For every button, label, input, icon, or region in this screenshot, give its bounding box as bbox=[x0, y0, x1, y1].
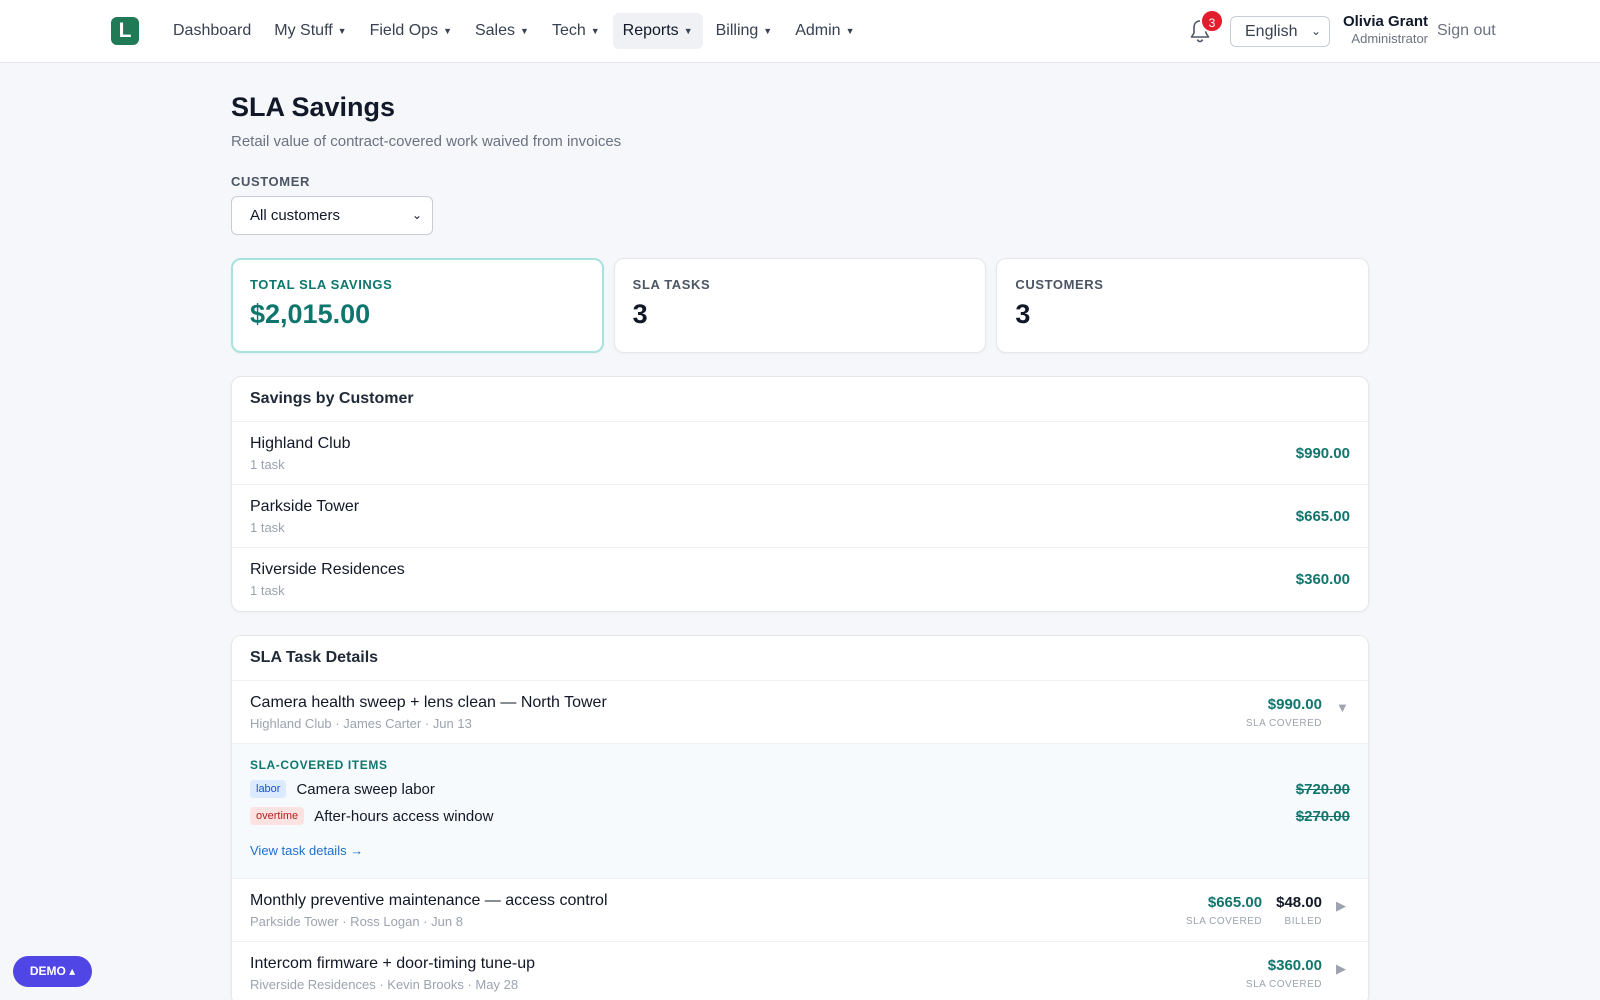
type-tag: overtime bbox=[250, 807, 305, 825]
section-title: SLA-COVERED ITEMS bbox=[250, 758, 388, 772]
nav-label: Admin bbox=[795, 22, 841, 39]
sla-covered-amount: $360.00 bbox=[1267, 956, 1322, 974]
customer-filter-label: CUSTOMER bbox=[231, 174, 310, 189]
customer-name: Highland Club bbox=[250, 434, 351, 452]
task-row[interactable]: Intercom firmware + door-timing tune-up … bbox=[232, 942, 1368, 1000]
caret-down-icon: ▼ bbox=[683, 26, 693, 36]
user-name: Olivia Grant bbox=[1342, 13, 1428, 30]
nav-field-ops[interactable]: Field Ops ▼ bbox=[360, 13, 462, 49]
caret-down-icon: ▼ bbox=[763, 26, 773, 36]
task-meta: Parkside Tower · Ross Logan · Jun 8 bbox=[250, 913, 463, 929]
item-label: Camera sweep labor bbox=[296, 780, 435, 798]
nav-label: My Stuff bbox=[274, 22, 333, 39]
caret-down-icon: ▼ bbox=[443, 26, 452, 36]
waived-amount: $720.00 bbox=[1295, 780, 1350, 798]
language-select[interactable]: English ⌄ bbox=[1230, 16, 1330, 47]
chevron-down-icon: ⌄ bbox=[411, 208, 422, 222]
customer-name: Parkside Tower bbox=[250, 497, 360, 515]
stat-value: $2,015.00 bbox=[250, 299, 371, 329]
caret-down-icon: ▼ bbox=[337, 26, 347, 36]
nav-dashboard[interactable]: Dashboard bbox=[163, 13, 261, 49]
user-role: Administrator bbox=[1351, 31, 1428, 46]
task-count: 1 task bbox=[250, 519, 285, 535]
view-task-details-link[interactable]: View task details → bbox=[250, 843, 363, 858]
nav-label: Dashboard bbox=[173, 22, 252, 39]
nav-label: Reports bbox=[622, 22, 679, 39]
notification-badge: 3 bbox=[1200, 9, 1224, 33]
nav-label: Billing bbox=[715, 22, 759, 39]
line-item: labor Camera sweep labor $720.00 bbox=[250, 779, 1350, 799]
caret-down-icon: ▼ bbox=[520, 26, 529, 36]
sign-out-link[interactable]: Sign out bbox=[1437, 22, 1496, 40]
card-title: SLA Task Details bbox=[232, 636, 1368, 681]
expand-triangle-icon[interactable]: ▶ bbox=[1336, 898, 1350, 914]
list-item: Highland Club 1 task $990.00 bbox=[232, 422, 1368, 485]
chevron-down-icon: ⌄ bbox=[1310, 24, 1321, 38]
task-name: Camera health sweep + lens clean — North… bbox=[250, 693, 607, 711]
nav-billing[interactable]: Billing ▼ bbox=[706, 13, 783, 49]
main-nav: Dashboard My Stuff ▼ Field Ops ▼ Sales ▼ Te… bbox=[163, 13, 865, 49]
sla-covered-amount: $990.00 bbox=[1267, 695, 1322, 713]
sla-covered-caption: SLA COVERED bbox=[1186, 915, 1263, 927]
nav-reports[interactable]: Reports ▼ bbox=[612, 13, 703, 49]
stat-sla-tasks: SLA TASKS 3 bbox=[613, 258, 987, 353]
caret-down-icon: ▼ bbox=[845, 26, 855, 36]
task-name: Monthly preventive maintenance — access … bbox=[250, 891, 608, 909]
customer-select-value: All customers bbox=[250, 207, 341, 224]
caret-down-icon: ▼ bbox=[590, 26, 600, 36]
task-meta: Riverside Residences · Kevin Brooks · Ma… bbox=[250, 976, 519, 992]
nav-label: Field Ops bbox=[369, 22, 439, 39]
customer-name: Riverside Residences bbox=[250, 561, 405, 578]
task-row[interactable]: Camera health sweep + lens clean — North… bbox=[232, 681, 1368, 744]
collapse-triangle-icon[interactable]: ▼ bbox=[1336, 700, 1350, 715]
task-row[interactable]: Monthly preventive maintenance — access … bbox=[232, 879, 1368, 942]
sla-task-details-card: SLA Task Details Camera health sweep + l… bbox=[231, 635, 1369, 1000]
stat-label: CUSTOMERS bbox=[1015, 277, 1104, 292]
savings-amount: $360.00 bbox=[1295, 571, 1350, 588]
top-navbar: L Dashboard My Stuff ▼ Field Ops ▼ Sales ▼ … bbox=[0, 0, 1600, 63]
sla-covered-caption: SLA COVERED bbox=[1245, 978, 1322, 990]
type-tag: labor bbox=[250, 780, 287, 798]
stat-customers: CUSTOMERS 3 bbox=[996, 258, 1370, 353]
nav-tech[interactable]: Tech ▼ bbox=[542, 13, 610, 49]
stat-label: SLA TASKS bbox=[632, 277, 711, 292]
stat-total-savings: TOTAL SLA SAVINGS $2,015.00 bbox=[231, 258, 604, 353]
list-item: Parkside Tower 1 task $665.00 bbox=[232, 485, 1368, 548]
app-logo[interactable]: L bbox=[111, 17, 139, 45]
expand-triangle-icon[interactable]: ▶ bbox=[1336, 961, 1350, 977]
user-info: Olivia Grant Administrator bbox=[1343, 13, 1428, 47]
nav-sales[interactable]: Sales ▼ bbox=[465, 13, 539, 49]
language-value: English bbox=[1245, 23, 1298, 40]
sla-covered-items-panel: SLA-COVERED ITEMS labor Camera sweep lab… bbox=[232, 744, 1368, 879]
task-meta: Highland Club · James Carter · Jun 13 bbox=[250, 715, 472, 731]
nav-label: Sales bbox=[474, 22, 516, 39]
sla-covered-amount: $665.00 bbox=[1207, 893, 1263, 911]
sla-covered-caption: SLA COVERED bbox=[1245, 717, 1322, 729]
waived-amount: $270.00 bbox=[1295, 807, 1350, 825]
billed-amount: $48.00 bbox=[1276, 893, 1322, 911]
page-subtitle: Retail value of contract-covered work wa… bbox=[231, 133, 622, 150]
item-label: After-hours access window bbox=[314, 807, 494, 825]
stat-value: 3 bbox=[632, 299, 648, 329]
savings-amount: $665.00 bbox=[1295, 507, 1350, 525]
task-count: 1 task bbox=[250, 583, 285, 598]
savings-by-customer-card: Savings by Customer Highland Club 1 task… bbox=[231, 376, 1369, 612]
line-item: overtime After-hours access window $270.… bbox=[250, 806, 1350, 826]
customer-select[interactable]: All customers ⌄ bbox=[231, 196, 433, 235]
nav-label: Tech bbox=[551, 22, 586, 39]
demo-button[interactable]: DEMO ▴ bbox=[13, 956, 92, 987]
nav-admin[interactable]: Admin ▼ bbox=[785, 13, 864, 49]
stat-label: TOTAL SLA SAVINGS bbox=[250, 277, 393, 292]
card-title: Savings by Customer bbox=[232, 377, 1368, 422]
nav-my-stuff[interactable]: My Stuff ▼ bbox=[264, 13, 356, 49]
stats-row: TOTAL SLA SAVINGS $2,015.00 SLA TASKS 3 … bbox=[231, 258, 1370, 353]
main-content: SLA Savings Retail value of contract-cov… bbox=[231, 92, 1370, 1000]
task-name: Intercom firmware + door-timing tune-up bbox=[250, 954, 535, 972]
stat-value: 3 bbox=[1015, 299, 1031, 329]
billed-caption: BILLED bbox=[1284, 915, 1322, 927]
page-title: SLA Savings bbox=[231, 92, 396, 122]
savings-amount: $990.00 bbox=[1295, 444, 1350, 462]
task-count: 1 task bbox=[250, 456, 285, 472]
list-item: Riverside Residences 1 task $360.00 bbox=[232, 548, 1368, 611]
